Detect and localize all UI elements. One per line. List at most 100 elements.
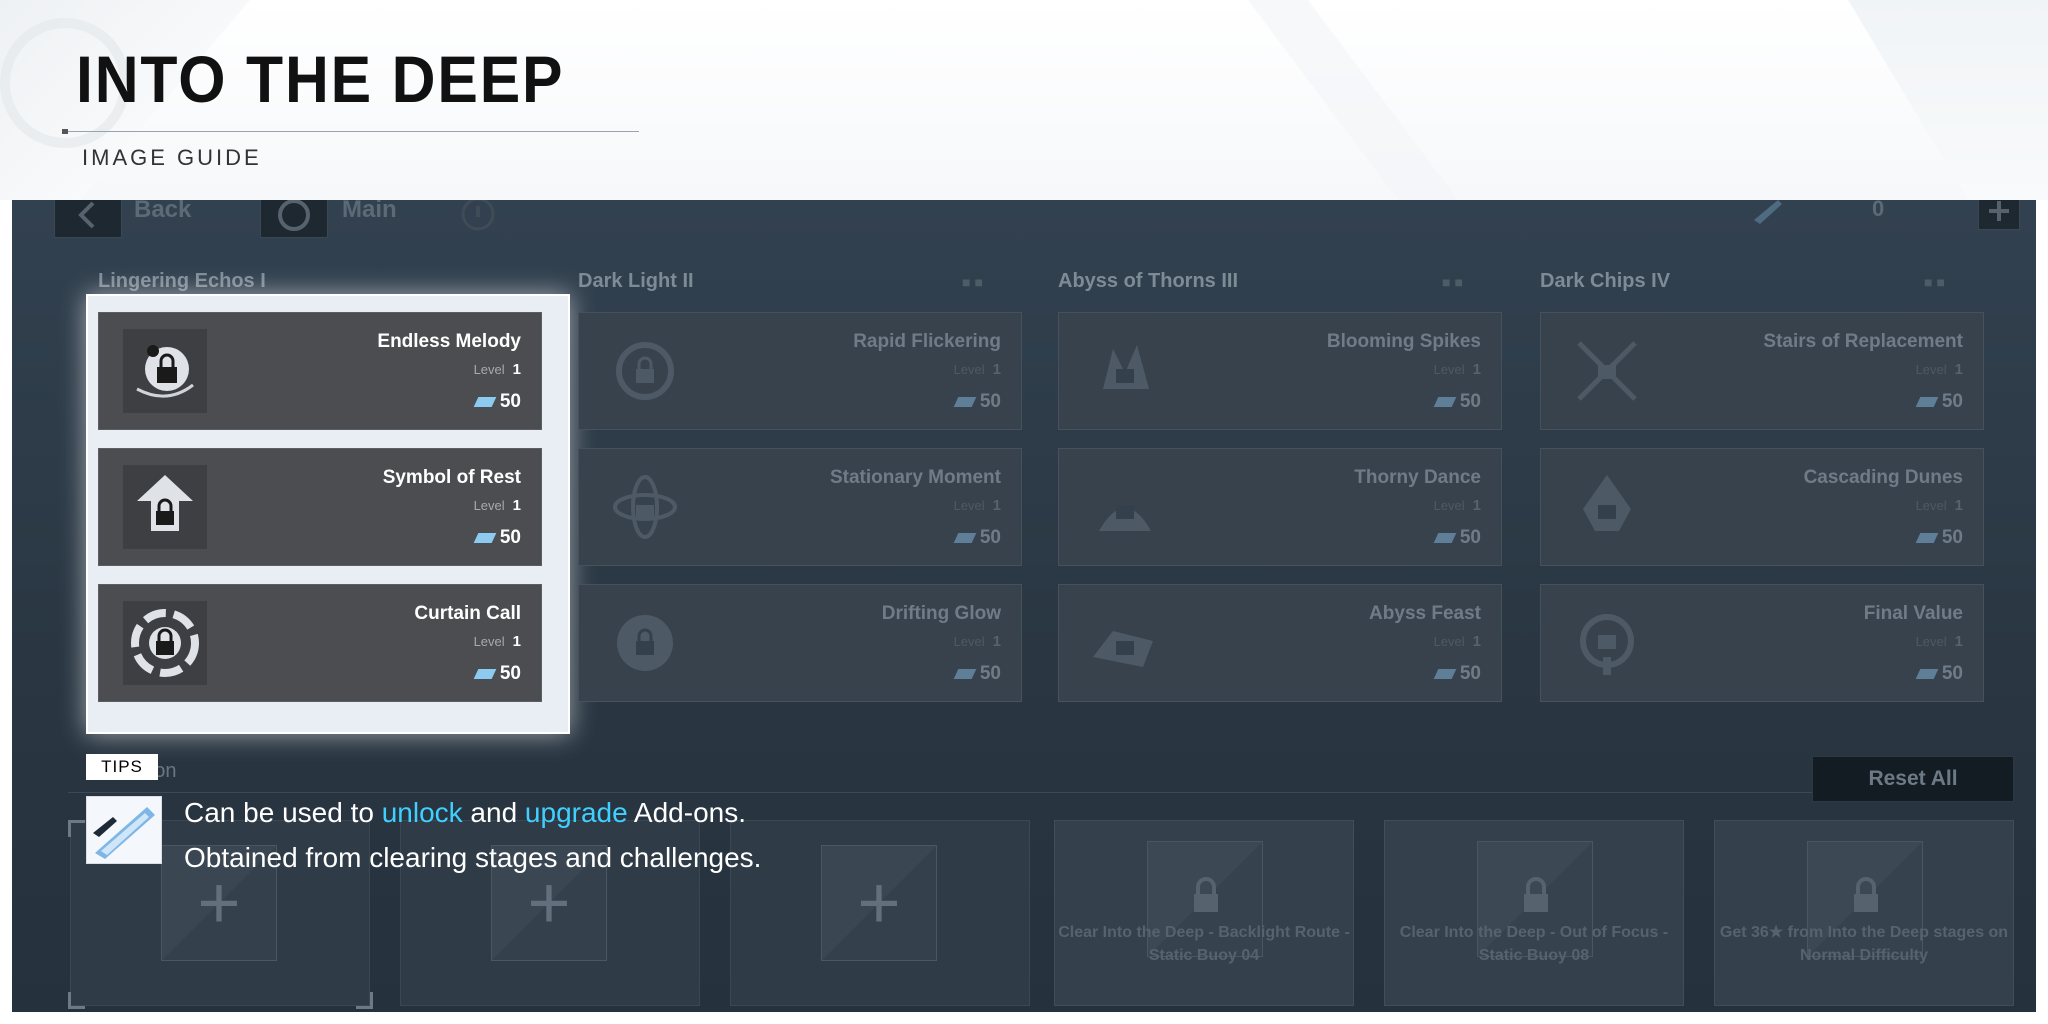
addon-card-drifting-glow[interactable]: Drifting Glow Level 1 50 xyxy=(578,584,1022,702)
column-progress-3: ■■ xyxy=(1442,274,1467,290)
dunes-lock-icon xyxy=(1565,465,1649,549)
main-label: Main xyxy=(342,200,397,223)
empty-slot-box: + xyxy=(821,845,937,961)
chip-icon xyxy=(473,397,497,407)
addon-level: Level 1 xyxy=(953,361,1001,378)
addon-card-curtain-call[interactable]: Curtain Call Level 1 50 xyxy=(98,584,542,702)
addon-cost: 50 xyxy=(1915,391,1963,413)
addon-level: Level 1 xyxy=(1915,497,1963,514)
addon-card-stationary-moment[interactable]: Stationary Moment Level 1 50 xyxy=(578,448,1022,566)
plus-icon: + xyxy=(857,861,901,944)
addon-level: Level 1 xyxy=(473,633,521,650)
chip-icon xyxy=(473,669,497,679)
stairs-lock-icon xyxy=(1565,329,1649,413)
addon-name: Cascading Dunes xyxy=(1803,467,1963,488)
addon-name: Abyss Feast xyxy=(1369,603,1481,624)
chip-icon xyxy=(1915,669,1939,679)
house-lock-icon xyxy=(123,465,207,549)
addon-cost: 50 xyxy=(953,527,1001,549)
plus-icon xyxy=(1989,201,2009,221)
addon-name: Stairs of Replacement xyxy=(1763,331,1963,352)
chip-icon xyxy=(1915,397,1939,407)
addon-cost: 50 xyxy=(473,391,521,413)
addon-card-rapid-flickering[interactable]: Rapid Flickering Level 1 50 xyxy=(578,312,1022,430)
column-title-3: Abyss of Thorns III xyxy=(1058,270,1239,292)
slot-corner-icon xyxy=(68,820,85,837)
unlock-condition: Clear Into the Deep - Out of Focus - Sta… xyxy=(1399,924,1669,964)
slot-corner-icon xyxy=(356,992,373,1009)
value-lock-icon xyxy=(1565,601,1649,685)
column-progress-4: ■■ xyxy=(1924,274,1949,290)
upgrade-highlight: upgrade xyxy=(524,797,628,828)
addon-level: Level 1 xyxy=(1433,497,1481,514)
column-title-4: Dark Chips IV xyxy=(1540,270,1671,292)
tips-line-1: Can be used to unlock and upgrade Add-on… xyxy=(184,797,746,828)
addon-card-symbol-of-rest[interactable]: Symbol of Rest Level 1 50 xyxy=(98,448,542,566)
unlock-condition: Get 36★ from Into the Deep stages on Nor… xyxy=(1719,924,2009,964)
chip-icon xyxy=(1915,533,1939,543)
chip-item-icon xyxy=(86,796,162,864)
addon-level: Level 1 xyxy=(953,633,1001,650)
home-circle-icon xyxy=(278,200,310,231)
thorn-lock-icon xyxy=(1083,465,1167,549)
slot-corner-icon xyxy=(68,992,85,1009)
addon-name: Rapid Flickering xyxy=(853,331,1001,352)
addon-card-endless-melody[interactable]: Endless Melody Level 1 50 xyxy=(98,312,542,430)
addon-cost: 50 xyxy=(1433,391,1481,413)
addon-name: Symbol of Rest xyxy=(382,467,521,488)
addon-level: Level 1 xyxy=(473,497,521,514)
addon-divider xyxy=(68,792,1828,793)
chip-icon xyxy=(1433,533,1457,543)
addon-level: Level 1 xyxy=(1915,361,1963,378)
locked-slot-6[interactable]: Get 36★ from Into the Deep stages on Nor… xyxy=(1714,820,2014,1006)
addon-name: Drifting Glow xyxy=(881,603,1001,624)
addon-slot-3[interactable]: + xyxy=(730,820,1030,1006)
chip-icon xyxy=(953,397,977,407)
addon-card-blooming-spikes[interactable]: Blooming Spikes Level 1 50 xyxy=(1058,312,1502,430)
addon-card-final-value[interactable]: Final Value Level 1 50 xyxy=(1540,584,1984,702)
addon-card-thorny-dance[interactable]: Thorny Dance Level 1 50 xyxy=(1058,448,1502,566)
addon-level: Level 1 xyxy=(1433,361,1481,378)
addon-cost: 50 xyxy=(1915,663,1963,685)
addon-cost: 50 xyxy=(1915,527,1963,549)
column-title-2: Dark Light II xyxy=(578,270,694,292)
addon-level: Level 1 xyxy=(473,361,521,378)
column-title-1: Lingering Echos I xyxy=(98,270,266,292)
game-screenshot: Back Main 0 Lingering Echos I Dark Light… xyxy=(12,200,2036,1012)
currency-count: 0 xyxy=(1872,200,1885,221)
addon-cost: 50 xyxy=(1433,527,1481,549)
flicker-lock-icon xyxy=(603,329,687,413)
page-title: INTO THE DEEP xyxy=(76,42,565,116)
chip-icon xyxy=(473,533,497,543)
feast-lock-icon xyxy=(1083,601,1167,685)
addon-cost: 50 xyxy=(473,527,521,549)
unlock-highlight: unlock xyxy=(381,797,463,828)
back-label: Back xyxy=(134,200,192,223)
addon-cost: 50 xyxy=(953,391,1001,413)
addon-name: Curtain Call xyxy=(414,603,521,624)
info-icon[interactable] xyxy=(456,200,500,234)
tips-line-2: Obtained from clearing stages and challe… xyxy=(184,842,762,873)
main-button[interactable] xyxy=(260,200,328,238)
vortex-lock-icon xyxy=(123,601,207,685)
currency-chip-icon xyxy=(1754,200,1782,224)
addon-cost: 50 xyxy=(473,663,521,685)
addon-name: Final Value xyxy=(1863,603,1963,624)
chevron-left-icon xyxy=(78,201,95,229)
addon-name: Stationary Moment xyxy=(829,467,1001,488)
locked-slot-4[interactable]: Clear Into the Deep - Backlight Route - … xyxy=(1054,820,1354,1006)
locked-slot-5[interactable]: Clear Into the Deep - Out of Focus - Sta… xyxy=(1384,820,1684,1006)
unlock-condition: Clear Into the Deep - Backlight Route - … xyxy=(1058,924,1350,964)
reset-all-button[interactable]: Reset All xyxy=(1812,756,2014,802)
addon-card-cascading-dunes[interactable]: Cascading Dunes Level 1 50 xyxy=(1540,448,1984,566)
addon-name: Blooming Spikes xyxy=(1326,331,1481,352)
addon-card-abyss-feast[interactable]: Abyss Feast Level 1 50 xyxy=(1058,584,1502,702)
addon-cost: 50 xyxy=(1433,663,1481,685)
back-button[interactable] xyxy=(54,200,122,238)
glow-lock-icon xyxy=(603,601,687,685)
addon-level: Level 1 xyxy=(1915,633,1963,650)
add-currency-button[interactable] xyxy=(1978,200,2020,230)
chip-icon xyxy=(1433,397,1457,407)
title-divider xyxy=(64,131,639,132)
addon-card-stairs-of-replacement[interactable]: Stairs of Replacement Level 1 50 xyxy=(1540,312,1984,430)
